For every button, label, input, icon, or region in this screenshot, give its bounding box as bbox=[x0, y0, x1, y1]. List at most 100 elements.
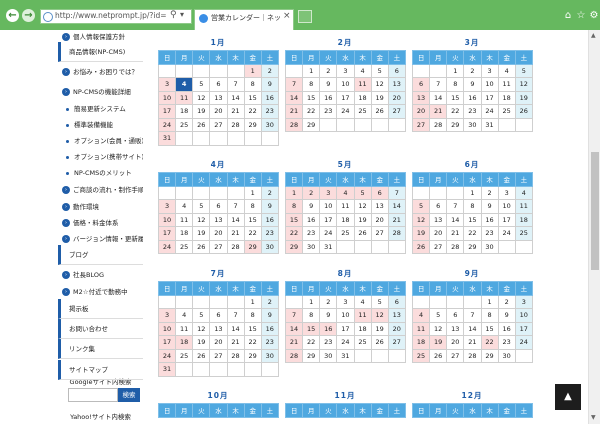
favorites-star-icon[interactable]: ☆ bbox=[575, 10, 587, 22]
month-title: 5月 bbox=[337, 160, 353, 169]
weekday-header: 木 bbox=[353, 50, 372, 65]
day-cell: 7 bbox=[463, 308, 482, 323]
day-cell: 9 bbox=[260, 308, 279, 323]
day-cell: 16 bbox=[463, 90, 482, 105]
day-cell: 6 bbox=[411, 77, 431, 92]
weekday-header: 日 bbox=[157, 281, 177, 296]
day-cell: 21 bbox=[387, 212, 406, 227]
day-cell: 24 bbox=[157, 117, 177, 132]
day-cell: 22 bbox=[284, 226, 304, 241]
day-cell: 29 bbox=[446, 117, 465, 132]
week-row: 6 7 8 9 10 11 12 bbox=[411, 77, 533, 92]
day-cell: 27 bbox=[370, 226, 389, 241]
dropdown-icon[interactable]: ▾ bbox=[180, 10, 184, 19]
forward-button[interactable]: → bbox=[22, 9, 35, 22]
sidebar-item[interactable]: お問い合わせ bbox=[58, 319, 143, 339]
sidebar-item[interactable]: › お悩み・お困りでは？ bbox=[58, 62, 143, 82]
google-search-button[interactable]: 検索 bbox=[118, 388, 140, 402]
day-cell: 18 bbox=[175, 104, 194, 119]
weekday-header-row: 日月火水木金土 bbox=[157, 172, 279, 187]
day-cell: 19 bbox=[411, 226, 431, 241]
day-cell: 14 bbox=[429, 90, 448, 105]
day-cell: 2 bbox=[319, 63, 338, 78]
search-icon[interactable]: ⚲ bbox=[170, 10, 177, 20]
sidebar-item[interactable]: サイトマップ bbox=[58, 360, 143, 380]
calendar-grid: 日月火水木金土 1 2 3 4 5 6 7 8 9 10 11 12 13 14 15 16 17 18 19 20 21… bbox=[284, 50, 406, 132]
google-search-input[interactable] bbox=[68, 388, 118, 402]
sidebar-item[interactable]: リンク集 bbox=[58, 339, 143, 359]
weekday-header: 日 bbox=[157, 50, 177, 65]
day-cell: 3 bbox=[319, 185, 338, 200]
chevron-right-icon: › bbox=[62, 219, 70, 227]
scroll-down-icon[interactable]: ▼ bbox=[591, 414, 596, 421]
day-cell: 5 bbox=[192, 199, 211, 214]
weekday-header: 金 bbox=[370, 50, 389, 65]
day-cell bbox=[175, 185, 194, 200]
day-cell: 26 bbox=[192, 239, 211, 254]
day-cell: 11 bbox=[497, 77, 516, 92]
day-cell: 29 bbox=[463, 239, 482, 254]
browser-tab[interactable]: 営業カレンダー｜ネットプロンプ... × bbox=[194, 9, 294, 30]
day-cell: 29 bbox=[480, 348, 499, 363]
day-cell: 12 bbox=[411, 212, 431, 227]
new-tab-button[interactable] bbox=[298, 10, 312, 23]
back-to-top-button[interactable]: ▲ bbox=[555, 384, 581, 410]
week-row: 31 bbox=[157, 362, 279, 377]
week-row: 13 14 15 16 17 18 19 bbox=[411, 90, 533, 105]
weekday-header: 日 bbox=[411, 50, 431, 65]
day-cell bbox=[370, 117, 389, 132]
day-cell: 16 bbox=[302, 212, 321, 227]
day-cell: 13 bbox=[209, 321, 228, 336]
day-cell: 29 bbox=[243, 348, 262, 363]
scrollbar[interactable]: ▲ ▼ bbox=[588, 30, 600, 424]
day-cell: 13 bbox=[446, 321, 465, 336]
day-cell: 23 bbox=[302, 226, 321, 241]
day-cell: 23 bbox=[463, 104, 482, 119]
day-cell bbox=[209, 63, 228, 78]
day-cell: 16 bbox=[319, 90, 338, 105]
home-icon[interactable]: ⌂ bbox=[562, 10, 574, 22]
week-row: 14 15 16 17 18 19 20 bbox=[284, 321, 406, 336]
weekday-header: 金 bbox=[497, 281, 516, 296]
weekday-header: 月 bbox=[175, 281, 194, 296]
address-bar[interactable]: http://www.netprompt.jp/?id=100013 ⚲ ▾ bbox=[40, 9, 192, 24]
day-cell bbox=[497, 239, 516, 254]
day-cell: 12 bbox=[192, 212, 211, 227]
address-url[interactable]: http://www.netprompt.jp/?id=100013 bbox=[55, 11, 167, 20]
scroll-up-icon[interactable]: ▲ bbox=[591, 32, 596, 39]
day-cell: 7 bbox=[226, 199, 245, 214]
day-cell bbox=[243, 131, 262, 146]
day-cell: 25 bbox=[175, 239, 194, 254]
weekday-header: 木 bbox=[226, 50, 245, 65]
day-cell: 27 bbox=[429, 239, 448, 254]
week-row: 17 18 19 20 21 22 23 bbox=[157, 104, 279, 119]
scroll-thumb[interactable] bbox=[591, 152, 599, 270]
day-cell: 27 bbox=[387, 104, 406, 119]
day-cell: 4 bbox=[411, 308, 431, 323]
weekday-header-row: 日月火水木金土 bbox=[411, 50, 533, 65]
day-cell: 5 bbox=[411, 199, 431, 214]
back-button[interactable]: ← bbox=[6, 9, 19, 22]
tab-close-icon[interactable]: × bbox=[283, 11, 291, 21]
sidebar-item[interactable]: 掲示板 bbox=[58, 299, 143, 319]
day-cell bbox=[429, 185, 448, 200]
day-cell bbox=[192, 63, 211, 78]
weekday-header: 金 bbox=[497, 50, 516, 65]
sidebar-item[interactable]: 商品情報(NP-CMS) bbox=[58, 42, 143, 62]
weekday-header: 月 bbox=[302, 281, 321, 296]
day-cell: 1 bbox=[243, 185, 262, 200]
day-cell bbox=[209, 185, 228, 200]
weekday-header: 火 bbox=[192, 172, 211, 187]
weekday-header: 火 bbox=[192, 50, 211, 65]
day-cell: 12 bbox=[370, 308, 389, 323]
weekday-header: 日 bbox=[284, 172, 304, 187]
day-cell: 11 bbox=[353, 308, 372, 323]
week-row: 24 25 26 27 28 29 30 bbox=[157, 348, 279, 363]
month-title: 1月 bbox=[210, 38, 226, 47]
gear-icon[interactable]: ⚙ bbox=[588, 10, 600, 22]
sidebar-item[interactable]: ブログ bbox=[58, 245, 143, 265]
weekday-header-row: 日月火水木金土 bbox=[157, 281, 279, 296]
day-cell: 20 bbox=[209, 335, 228, 350]
weekday-header: 火 bbox=[192, 281, 211, 296]
weekday-header: 日 bbox=[411, 172, 431, 187]
